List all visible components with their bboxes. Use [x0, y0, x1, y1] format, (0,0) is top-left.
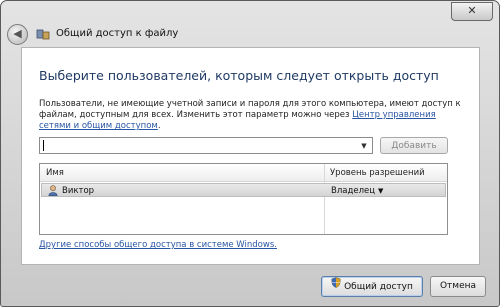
add-button[interactable]: Добавить — [380, 137, 448, 154]
table-header: Имя Уровень разрешений — [40, 164, 447, 182]
description-text: Пользователи, не имеющие учетной записи … — [39, 99, 469, 132]
description-suffix: . — [157, 121, 161, 131]
content-pane: Выберите пользователей, которым следует … — [21, 47, 480, 265]
chevron-down-icon[interactable]: ▼ — [357, 139, 371, 152]
page-title: Выберите пользователей, которым следует … — [39, 68, 439, 83]
shield-icon — [331, 277, 341, 296]
permission-dropdown[interactable]: Владелец ▼ — [331, 186, 383, 196]
window-title: Общий доступ к файлу — [56, 28, 179, 39]
share-button-label: Общий доступ — [344, 282, 413, 292]
text-caret — [43, 140, 44, 151]
column-header-name[interactable]: Имя — [46, 168, 64, 178]
user-name: Виктор — [62, 186, 95, 196]
share-button[interactable]: Общий доступ — [321, 276, 423, 297]
close-button[interactable]: ✕ — [451, 2, 493, 21]
file-share-icon — [36, 28, 50, 40]
users-table: Имя Уровень разрешений Виктор Владелец ▼ — [39, 163, 448, 235]
chevron-down-icon[interactable]: ▼ — [378, 187, 383, 195]
cancel-button[interactable]: Отмена — [430, 276, 486, 297]
permission-level: Владелец — [331, 186, 376, 196]
user-select-combobox[interactable]: ▼ — [39, 137, 373, 154]
file-sharing-dialog: ✕ ◀ Общий доступ к файлу Выберите пользо… — [0, 0, 500, 307]
table-row[interactable]: Виктор Владелец ▼ — [41, 183, 446, 197]
user-icon — [48, 185, 58, 196]
back-arrow-icon: ◀ — [13, 27, 22, 40]
back-button[interactable]: ◀ — [7, 24, 28, 45]
title-bar: ✕ ◀ Общий доступ к файлу — [1, 1, 499, 47]
column-header-permission[interactable]: Уровень разрешений — [330, 168, 425, 178]
column-divider — [324, 164, 325, 234]
other-sharing-link[interactable]: Другие способы общего доступа в системе … — [39, 240, 277, 250]
